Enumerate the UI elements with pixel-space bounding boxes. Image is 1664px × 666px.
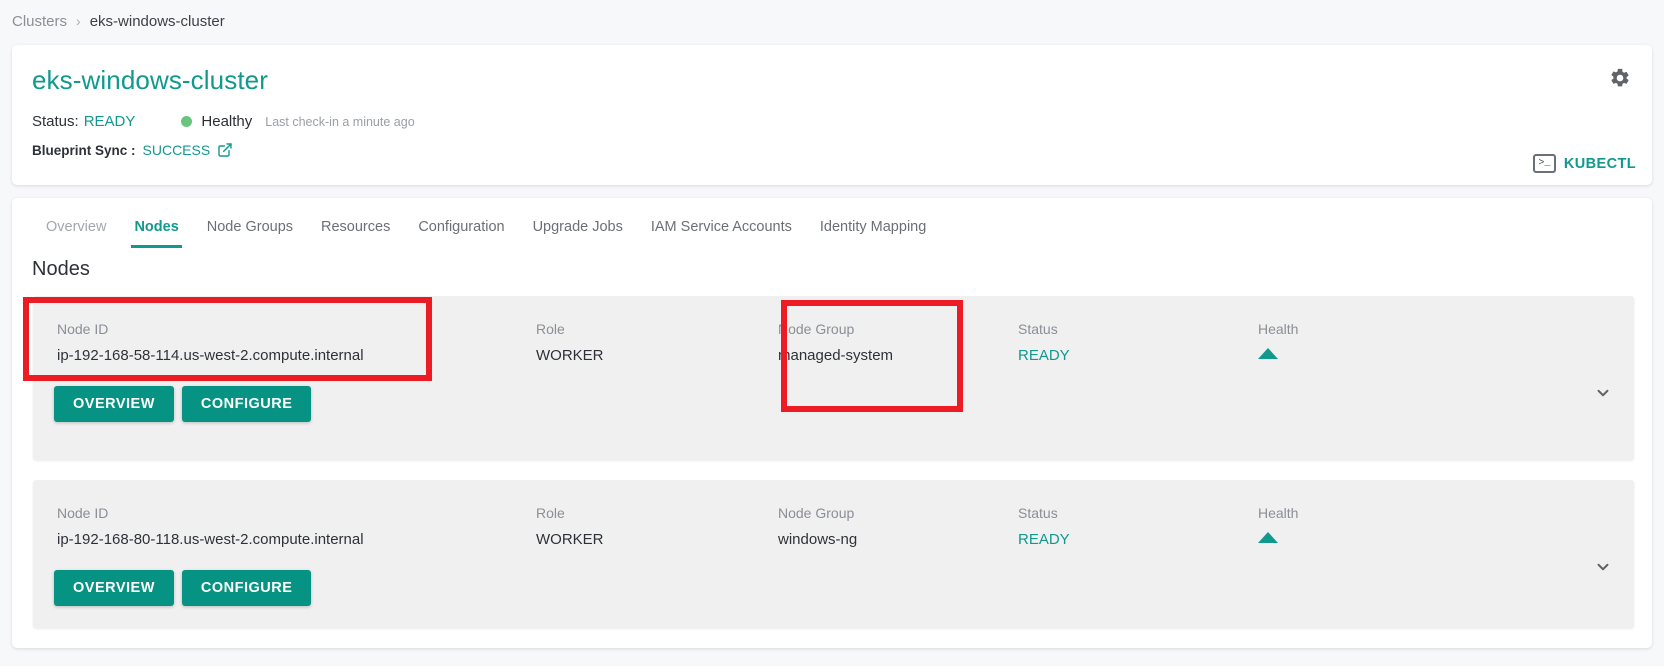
column-header-node-group: Node Group xyxy=(778,321,855,337)
tab-identity-mapping[interactable]: Identity Mapping xyxy=(806,219,940,248)
value-role: WORKER xyxy=(536,347,604,364)
cell-status: Status READY xyxy=(1018,322,1070,363)
overview-button[interactable]: OVERVIEW xyxy=(54,386,174,422)
breadcrumb-current: eks-windows-cluster xyxy=(89,12,225,30)
column-header-status: Status xyxy=(1018,321,1058,337)
tab-bar: Overview Nodes Node Groups Resources Con… xyxy=(12,198,1652,248)
column-header-health: Health xyxy=(1258,505,1299,521)
health-text: Healthy xyxy=(201,113,253,130)
overview-button[interactable]: OVERVIEW xyxy=(54,570,174,606)
column-header-node-id: Node ID xyxy=(57,321,109,337)
tab-configuration[interactable]: Configuration xyxy=(404,219,518,248)
tab-overview[interactable]: Overview xyxy=(32,219,120,248)
cell-node-group: Node Group managed-system xyxy=(778,322,893,363)
section-title: Nodes xyxy=(32,258,90,280)
cluster-summary-card: eks-windows-cluster Status: READY Health… xyxy=(12,45,1652,185)
chevron-down-icon xyxy=(1594,384,1612,407)
page-title: eks-windows-cluster xyxy=(32,65,268,95)
terminal-glyph: >_ xyxy=(1538,157,1551,169)
blueprint-sync-line: Blueprint Sync : SUCCESS xyxy=(32,142,233,158)
tab-iam-service-accounts[interactable]: IAM Service Accounts xyxy=(637,219,806,248)
configure-button[interactable]: CONFIGURE xyxy=(181,570,312,606)
cluster-detail-card: Overview Nodes Node Groups Resources Con… xyxy=(12,198,1652,648)
external-link-icon[interactable] xyxy=(217,142,233,158)
cluster-status-line: Status: READY Healthy Last check-in a mi… xyxy=(32,113,415,130)
kubectl-label: KUBECTL xyxy=(1563,155,1636,172)
tab-resources[interactable]: Resources xyxy=(307,219,404,248)
cell-node-group: Node Group windows-ng xyxy=(778,506,857,547)
triangle-up-icon xyxy=(1258,532,1278,543)
value-node-id: ip-192-168-58-114.us-west-2.compute.inte… xyxy=(57,347,364,364)
kubectl-button[interactable]: >_ KUBECTL xyxy=(1532,154,1636,173)
status-value: READY xyxy=(83,113,136,130)
breadcrumb-clusters[interactable]: Clusters xyxy=(12,13,67,30)
triangle-up-icon xyxy=(1258,348,1278,359)
gear-icon xyxy=(1609,67,1631,94)
tab-upgrade-jobs[interactable]: Upgrade Jobs xyxy=(519,219,637,248)
terminal-icon: >_ xyxy=(1532,154,1556,173)
status-badge: READY xyxy=(1018,531,1070,548)
column-header-node-id: Node ID xyxy=(57,505,109,521)
breadcrumb: Clusters › eks-windows-cluster xyxy=(12,8,225,34)
column-header-node-group: Node Group xyxy=(778,505,855,521)
configure-button[interactable]: CONFIGURE xyxy=(181,386,312,422)
cell-role: Role WORKER xyxy=(536,322,604,363)
cell-node-id: Node ID ip-192-168-58-114.us-west-2.comp… xyxy=(57,322,364,363)
tab-node-groups[interactable]: Node Groups xyxy=(193,219,307,248)
tab-nodes[interactable]: Nodes xyxy=(120,219,192,248)
cell-node-id: Node ID ip-192-168-80-118.us-west-2.comp… xyxy=(57,506,364,547)
last-checkin-text: Last check-in a minute ago xyxy=(265,114,415,129)
status-badge: READY xyxy=(1018,347,1070,364)
column-header-role: Role xyxy=(536,505,565,521)
expand-row-button[interactable] xyxy=(1592,558,1614,580)
row-action-buttons: OVERVIEW CONFIGURE xyxy=(54,386,312,422)
row-action-buttons: OVERVIEW CONFIGURE xyxy=(54,570,312,606)
settings-gear-button[interactable] xyxy=(1607,67,1633,93)
column-header-status: Status xyxy=(1018,505,1058,521)
table-row[interactable]: Node ID ip-192-168-80-118.us-west-2.comp… xyxy=(33,480,1634,628)
cell-health: Health xyxy=(1258,322,1298,359)
blueprint-sync-label: Blueprint Sync : xyxy=(32,142,136,158)
table-row[interactable]: Node ID ip-192-168-58-114.us-west-2.comp… xyxy=(33,296,1634,460)
cell-role: Role WORKER xyxy=(536,506,604,547)
value-node-id: ip-192-168-80-118.us-west-2.compute.inte… xyxy=(57,531,364,548)
health-dot-icon xyxy=(181,116,193,127)
chevron-down-icon xyxy=(1594,558,1612,581)
value-node-group: windows-ng xyxy=(778,531,858,548)
blueprint-sync-value: SUCCESS xyxy=(142,142,211,158)
expand-row-button[interactable] xyxy=(1592,384,1614,406)
cell-health: Health xyxy=(1258,506,1298,543)
status-label: Status: xyxy=(32,113,79,130)
breadcrumb-separator: › xyxy=(76,13,81,29)
column-header-health: Health xyxy=(1258,321,1299,337)
column-header-role: Role xyxy=(536,321,565,337)
value-node-group: managed-system xyxy=(778,347,894,364)
value-role: WORKER xyxy=(536,531,604,548)
cell-status: Status READY xyxy=(1018,506,1070,547)
